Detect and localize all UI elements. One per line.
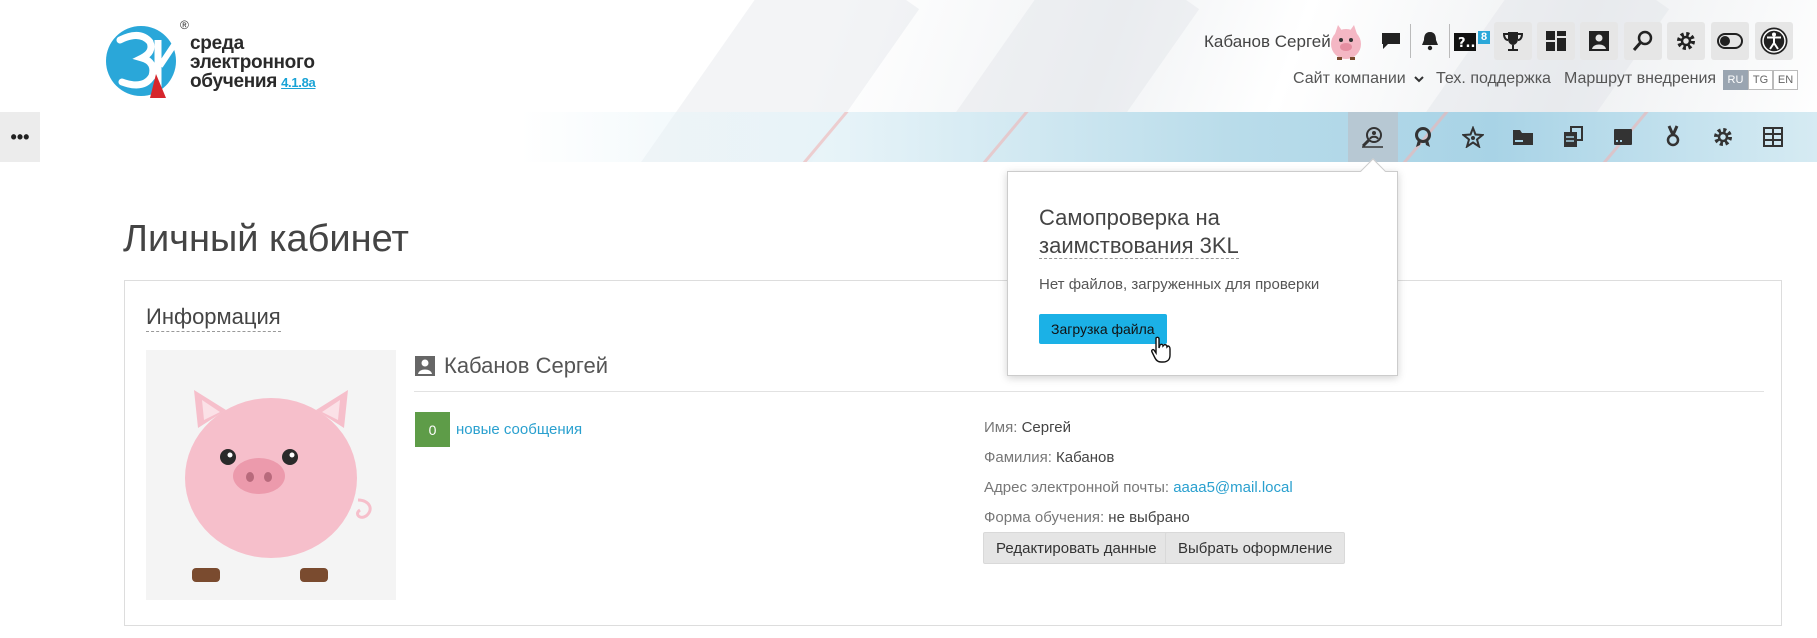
- choose-theme-button[interactable]: Выбрать оформление: [1165, 532, 1346, 564]
- search-icon[interactable]: [1624, 22, 1662, 60]
- last-name-field: Фамилия: Кабанов: [984, 449, 1115, 466]
- svg-text:?..: ?..: [1458, 36, 1475, 51]
- first-name-field: Имя: Сергей: [984, 419, 1071, 436]
- drive-icon[interactable]: [1598, 112, 1648, 162]
- accessibility-icon[interactable]: [1755, 22, 1793, 60]
- route-link[interactable]: Маршрут внедрения: [1564, 70, 1716, 88]
- page-title: Личный кабинет: [123, 218, 409, 260]
- lang-tg[interactable]: TG: [1748, 70, 1773, 90]
- popover-text: Нет файлов, загруженных для проверки: [1039, 276, 1320, 293]
- info-panel: Информация Кабанов Сергей 0 новые сообще…: [124, 280, 1782, 626]
- menu-button[interactable]: •••: [0, 112, 40, 162]
- trophy-icon[interactable]: [1494, 22, 1532, 60]
- profile-avatar-image: [146, 350, 396, 600]
- tasks-icon[interactable]: [1548, 112, 1598, 162]
- user-avatar[interactable]: [1325, 22, 1367, 62]
- company-site-dropdown[interactable]: Сайт компании: [1293, 70, 1424, 88]
- toggle-icon[interactable]: [1711, 22, 1749, 60]
- upload-file-button[interactable]: Загрузка файла: [1039, 314, 1167, 344]
- star-icon[interactable]: [1448, 112, 1498, 162]
- admin-gear-icon[interactable]: [1698, 112, 1748, 162]
- plagiarism-check-icon[interactable]: [1348, 112, 1398, 162]
- section-title[interactable]: Информация: [146, 303, 281, 332]
- user-card-icon: [415, 356, 435, 376]
- chat-icon[interactable]: [1372, 22, 1410, 60]
- profile-card-icon[interactable]: [1580, 22, 1618, 60]
- study-form-field: Форма обучения: не выбрано: [984, 509, 1190, 526]
- dashboard-icon[interactable]: [1537, 22, 1575, 60]
- help-icon[interactable]: ?.. 8: [1450, 22, 1491, 60]
- logo-text: среда электронного обучения 4.1.8a: [190, 33, 316, 92]
- email-link[interactable]: aaaa5@mail.local: [1173, 479, 1292, 496]
- hand-cursor-icon: [1151, 336, 1171, 363]
- version-link[interactable]: 4.1.8a: [281, 75, 316, 90]
- ribbon-icon[interactable]: [1648, 112, 1698, 162]
- popover-title: Самопроверка на заимствования 3KL: [1039, 205, 1239, 259]
- settings-gear-icon[interactable]: [1667, 22, 1705, 60]
- divider: [414, 391, 1764, 392]
- email-field: Адрес электронной почты: aaaa5@mail.loca…: [984, 479, 1293, 496]
- new-messages-link[interactable]: новые сообщения: [456, 421, 582, 438]
- notification-badge: 8: [1478, 31, 1491, 44]
- award-icon[interactable]: [1398, 112, 1448, 162]
- chevron-down-icon: [1414, 76, 1424, 83]
- edit-data-button[interactable]: Редактировать данные: [983, 532, 1170, 564]
- lang-ru[interactable]: RU: [1723, 70, 1748, 90]
- registered-mark: ®: [180, 18, 189, 32]
- reports-grid-icon[interactable]: [1748, 112, 1798, 162]
- profile-name: Кабанов Сергей: [414, 353, 608, 379]
- folder-icon[interactable]: [1498, 112, 1548, 162]
- support-link[interactable]: Тех. поддержка: [1436, 70, 1551, 88]
- messages-count-badge[interactable]: 0: [415, 412, 450, 447]
- plagiarism-popover: Самопроверка на заимствования 3KL Нет фа…: [1007, 171, 1398, 376]
- user-name[interactable]: Кабанов Сергей: [1204, 32, 1331, 52]
- lang-en[interactable]: EN: [1773, 70, 1798, 90]
- bell-icon[interactable]: [1411, 22, 1449, 60]
